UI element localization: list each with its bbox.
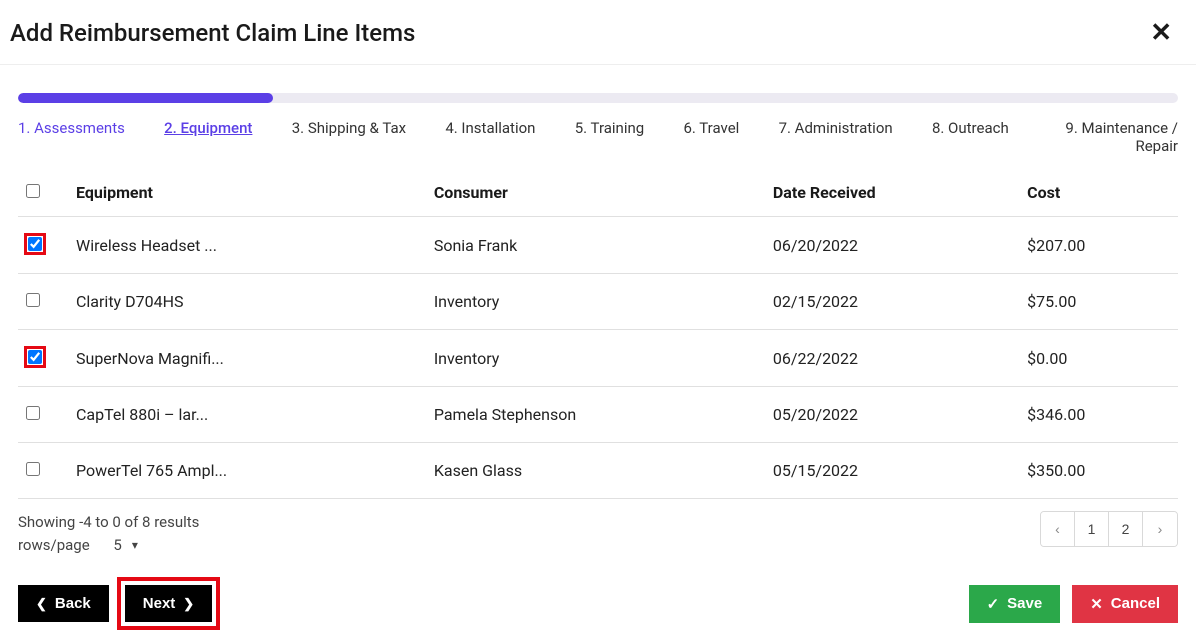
row-select-cell	[18, 387, 68, 443]
step-tab[interactable]: 1. Assessments	[18, 119, 125, 155]
back-button[interactable]: ❮ Back	[18, 585, 109, 622]
row-equipment: CapTel 880i – lar...	[68, 387, 426, 443]
table-row: PowerTel 765 Ampl...Kasen Glass05/15/202…	[18, 443, 1178, 499]
rows-per-page-value: 5	[113, 534, 121, 557]
row-date: 02/15/2022	[765, 274, 1019, 330]
step-tabs: 1. Assessments 2. Equipment 3. Shipping & …	[0, 111, 1196, 173]
row-checkbox[interactable]	[28, 350, 42, 364]
row-select-cell	[18, 443, 68, 499]
next-button[interactable]: Next ❯	[125, 585, 212, 622]
row-checkbox[interactable]	[26, 406, 40, 420]
progress-fill	[18, 93, 273, 103]
row-select-cell	[18, 274, 68, 330]
rows-per-page-label: rows/page	[18, 534, 90, 557]
next-button-label: Next	[143, 595, 176, 612]
dialog-header: Add Reimbursement Claim Line Items ✕	[0, 0, 1196, 65]
progress-bar	[18, 93, 1178, 103]
rows-per-page-select[interactable]: rows/page 5 ▾	[18, 534, 138, 557]
step-tab[interactable]: 3. Shipping & Tax	[292, 119, 406, 155]
cancel-button-label: Cancel	[1111, 595, 1160, 612]
row-consumer: Inventory	[426, 330, 765, 387]
x-icon: ✕	[1090, 595, 1103, 613]
step-tab[interactable]: 8. Outreach	[932, 119, 1009, 155]
row-date: 06/22/2022	[765, 330, 1019, 387]
results-count: Showing -4 to 0 of 8 results	[18, 511, 199, 534]
table-row: SuperNova Magnifi...Inventory06/22/2022$…	[18, 330, 1178, 387]
row-select-cell	[18, 330, 68, 387]
save-button[interactable]: ✓ Save	[969, 585, 1061, 623]
pagination: ‹12›	[1040, 511, 1178, 547]
chevron-right-icon: ❯	[183, 596, 194, 612]
select-all-checkbox[interactable]	[26, 184, 40, 198]
col-date-received: Date Received	[765, 173, 1019, 217]
back-button-label: Back	[55, 595, 91, 612]
step-tab[interactable]: 4. Installation	[445, 119, 535, 155]
row-date: 06/20/2022	[765, 217, 1019, 274]
row-cost: $350.00	[1019, 443, 1178, 499]
row-equipment: SuperNova Magnifi...	[68, 330, 426, 387]
row-consumer: Kasen Glass	[426, 443, 765, 499]
row-date: 05/20/2022	[765, 387, 1019, 443]
results-summary: Showing -4 to 0 of 8 results rows/page 5…	[18, 511, 199, 556]
page-number-2[interactable]: 2	[1109, 512, 1143, 546]
row-select-cell	[18, 217, 68, 274]
col-consumer: Consumer	[426, 173, 765, 217]
step-tab[interactable]: 5. Training	[575, 119, 644, 155]
table-row: Wireless Headset ...Sonia Frank06/20/202…	[18, 217, 1178, 274]
page-next[interactable]: ›	[1143, 512, 1177, 546]
save-button-label: Save	[1007, 595, 1042, 612]
page-prev[interactable]: ‹	[1041, 512, 1075, 546]
row-checkbox[interactable]	[28, 237, 42, 251]
chevron-left-icon: ❮	[36, 596, 47, 612]
row-checkbox[interactable]	[26, 462, 40, 476]
table-row: CapTel 880i – lar...Pamela Stephenson05/…	[18, 387, 1178, 443]
cancel-button[interactable]: ✕ Cancel	[1072, 585, 1178, 623]
chevron-down-icon: ▾	[132, 536, 138, 554]
row-cost: $346.00	[1019, 387, 1178, 443]
col-cost: Cost	[1019, 173, 1178, 217]
checkbox-highlight	[26, 348, 44, 366]
step-tab[interactable]: 2. Equipment	[164, 119, 252, 155]
row-cost: $207.00	[1019, 217, 1178, 274]
step-tab[interactable]: 9. Maintenance / Repair	[1048, 119, 1178, 155]
row-equipment: PowerTel 765 Ampl...	[68, 443, 426, 499]
checkbox-highlight	[26, 235, 44, 253]
page-number-1[interactable]: 1	[1075, 512, 1109, 546]
row-date: 05/15/2022	[765, 443, 1019, 499]
next-button-highlight: Next ❯	[121, 581, 216, 626]
table-footer: Showing -4 to 0 of 8 results rows/page 5…	[0, 499, 1196, 560]
row-cost: $75.00	[1019, 274, 1178, 330]
close-icon[interactable]: ✕	[1144, 18, 1178, 48]
step-tab[interactable]: 6. Travel	[683, 119, 739, 155]
step-tab[interactable]: 7. Administration	[779, 119, 893, 155]
row-consumer: Pamela Stephenson	[426, 387, 765, 443]
row-consumer: Sonia Frank	[426, 217, 765, 274]
dialog-title: Add Reimbursement Claim Line Items	[10, 19, 415, 47]
row-checkbox[interactable]	[26, 293, 40, 307]
check-icon: ✓	[987, 595, 1000, 613]
action-bar: ❮ Back Next ❯ ✓ Save ✕ Cancel	[0, 581, 1196, 626]
row-cost: $0.00	[1019, 330, 1178, 387]
row-equipment: Wireless Headset ...	[68, 217, 426, 274]
table-row: Clarity D704HSInventory02/15/2022$75.00	[18, 274, 1178, 330]
row-consumer: Inventory	[426, 274, 765, 330]
row-equipment: Clarity D704HS	[68, 274, 426, 330]
col-equipment: Equipment	[68, 173, 426, 217]
line-items-table: Equipment Consumer Date Received Cost Wi…	[18, 173, 1178, 499]
select-all-cell	[18, 173, 68, 217]
